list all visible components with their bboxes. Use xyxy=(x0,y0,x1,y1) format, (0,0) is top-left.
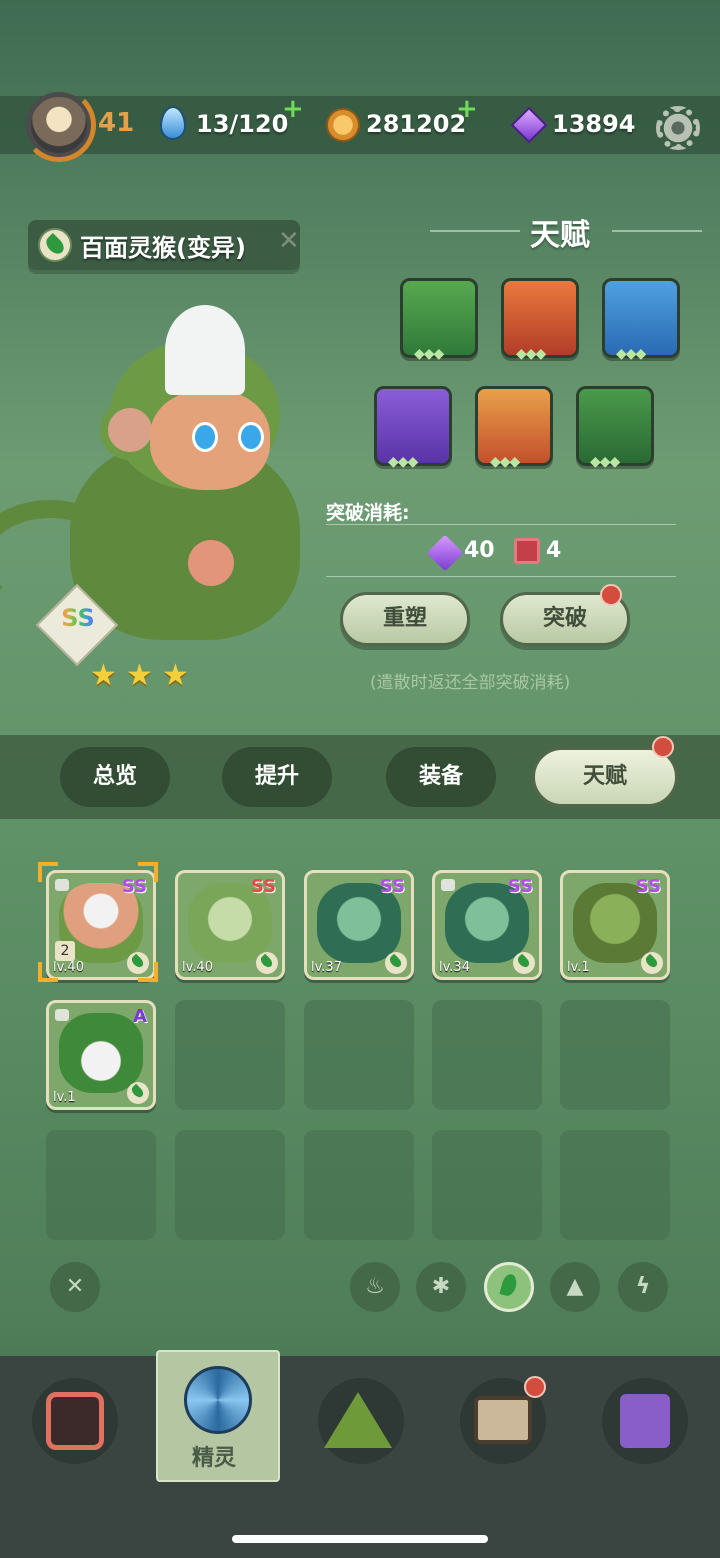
book-icon xyxy=(514,538,540,564)
card-level: lv.37 xyxy=(311,960,342,975)
add-coins-button[interactable]: + xyxy=(456,94,478,124)
reshape-button[interactable]: 重塑 xyxy=(340,592,470,646)
card-level: lv.1 xyxy=(53,1090,76,1105)
tab-equipment[interactable]: 装备 xyxy=(386,747,496,807)
aperture-icon xyxy=(184,1366,252,1434)
notification-dot xyxy=(524,1376,546,1398)
water-drop-icon xyxy=(160,106,186,140)
rock-icon[interactable]: ▲ xyxy=(550,1262,600,1312)
player-level: 41 xyxy=(98,108,135,138)
tab-overview[interactable]: 总览 xyxy=(60,747,170,807)
tab-upgrade[interactable]: 提升 xyxy=(222,747,332,807)
lock-icon xyxy=(441,879,455,891)
stamina-value: 13/120 xyxy=(196,110,289,138)
leaf-icon xyxy=(127,1082,149,1104)
card-rank: A xyxy=(133,1006,147,1027)
empty-slot xyxy=(432,1000,542,1110)
leaf-icon[interactable] xyxy=(484,1262,534,1312)
star-icon: ★ xyxy=(126,658,153,693)
selection-corner xyxy=(138,862,158,882)
gem-icon xyxy=(426,534,464,572)
cost-divider xyxy=(326,576,676,577)
card-level: lv.40 xyxy=(182,960,213,975)
parrot-portrait xyxy=(59,1013,143,1093)
rank-text: SS xyxy=(54,604,102,632)
star-icon: ★ xyxy=(90,658,117,693)
talent-title: 天赋 xyxy=(530,218,590,253)
map-pin-icon xyxy=(620,1394,670,1448)
coin-value: 281202 xyxy=(366,110,467,138)
chest-icon xyxy=(474,1396,532,1444)
selection-corner xyxy=(38,962,58,982)
monkey-eye xyxy=(238,422,264,452)
notification-dot xyxy=(600,584,622,606)
cost-gems: 40 xyxy=(464,538,495,563)
level-progress-ring xyxy=(22,88,96,162)
leaf-icon xyxy=(641,952,663,974)
title-divider xyxy=(430,230,520,232)
mountain-icon xyxy=(324,1392,392,1448)
card-level: lv.1 xyxy=(567,960,590,975)
title-divider xyxy=(612,230,702,232)
coin-icon xyxy=(326,108,360,142)
card-rank: SS xyxy=(635,876,661,897)
monkey-crest xyxy=(165,305,245,395)
empty-slot xyxy=(175,1130,285,1240)
snowflake-icon[interactable]: ✱ xyxy=(416,1262,466,1312)
talent-level-diamonds: ◆◆◆ xyxy=(490,454,520,470)
grass-element-icon xyxy=(38,228,72,262)
monkey-eye xyxy=(192,422,218,452)
empty-slot xyxy=(432,1130,542,1240)
cost-books: 4 xyxy=(546,538,562,563)
add-stamina-button[interactable]: + xyxy=(282,94,304,124)
spirit-card[interactable]: SS lv.1 xyxy=(560,870,670,980)
talent-level-diamonds: ◆◆◆ xyxy=(516,346,546,362)
console-icon xyxy=(46,1392,104,1450)
settings-gear-icon[interactable] xyxy=(656,106,700,150)
clear-filter-close-icon[interactable]: ✕ xyxy=(50,1262,100,1312)
fire-icon[interactable]: ♨ xyxy=(350,1262,400,1312)
card-rank: SS xyxy=(250,876,276,897)
spirit-card[interactable]: SS lv.37 xyxy=(304,870,414,980)
empty-slot xyxy=(304,1000,414,1110)
card-rank: SS xyxy=(507,876,533,897)
nav-home-button[interactable] xyxy=(32,1378,118,1464)
talent-level-diamonds: ◆◆◆ xyxy=(414,346,444,362)
spirit-card[interactable]: A lv.1 xyxy=(46,1000,156,1110)
cost-divider xyxy=(326,524,676,525)
star-icon: ★ xyxy=(162,658,189,693)
card-count-badge: 2 xyxy=(55,941,75,961)
breakthrough-cost-label: 突破消耗: xyxy=(326,502,410,524)
spirit-card[interactable]: SS lv.40 xyxy=(175,870,285,980)
spirit-card[interactable]: SS lv.34 xyxy=(432,870,542,980)
empty-slot xyxy=(560,1130,670,1240)
talent-level-diamonds: ◆◆◆ xyxy=(616,346,646,362)
leaf-icon xyxy=(385,952,407,974)
selection-corner xyxy=(138,962,158,982)
gem-value: 13894 xyxy=(552,110,636,138)
empty-slot xyxy=(304,1130,414,1240)
empty-slot xyxy=(175,1000,285,1110)
home-indicator xyxy=(232,1535,488,1543)
talent-level-diamonds: ◆◆◆ xyxy=(388,454,418,470)
lock-icon xyxy=(55,1009,69,1021)
lightning-icon[interactable]: ϟ xyxy=(618,1262,668,1312)
card-level: lv.34 xyxy=(439,960,470,975)
nav-explore-button[interactable] xyxy=(318,1378,404,1464)
selection-corner xyxy=(38,862,58,882)
card-rank: SS xyxy=(379,876,405,897)
leaf-icon xyxy=(513,952,535,974)
close-icon[interactable]: ✕ xyxy=(278,226,300,256)
leaf-icon xyxy=(256,952,278,974)
notification-dot xyxy=(652,736,674,758)
nav-map-button[interactable] xyxy=(602,1378,688,1464)
peach xyxy=(188,540,234,586)
empty-slot xyxy=(560,1000,670,1110)
dismiss-refund-note: (遣散时返还全部突破消耗) xyxy=(370,673,571,693)
talent-level-diamonds: ◆◆◆ xyxy=(590,454,620,470)
empty-slot xyxy=(46,1130,156,1240)
nav-spirit-label: 精灵 xyxy=(192,1446,237,1471)
spirit-name: 百面灵猴(变异) xyxy=(80,234,246,262)
